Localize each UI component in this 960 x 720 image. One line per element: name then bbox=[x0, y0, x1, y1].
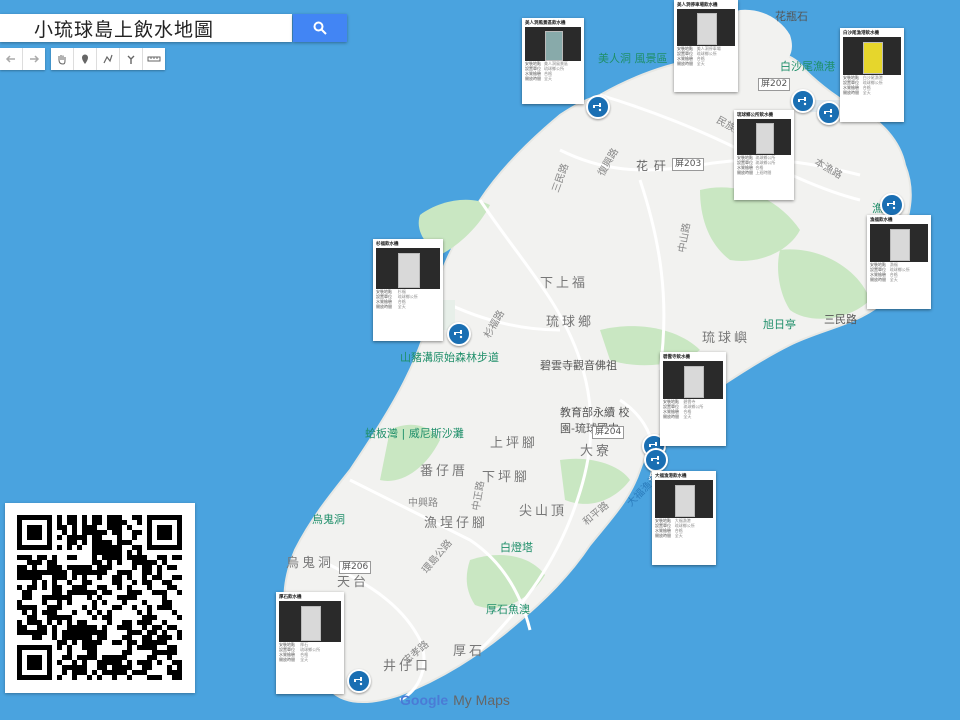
poi-label: 美人洞 風景區 bbox=[598, 52, 668, 65]
card-title: 白沙尾漁港飲水機 bbox=[843, 31, 879, 36]
place-label: 琉球嶼 bbox=[702, 331, 751, 346]
place-label: 上坪腳 bbox=[490, 436, 539, 451]
road-shield: 屏203 bbox=[672, 158, 705, 171]
place-label: 大寮 bbox=[580, 444, 613, 459]
station-photo bbox=[737, 119, 791, 155]
station-photo bbox=[843, 37, 901, 75]
station-photo bbox=[677, 9, 735, 46]
station-info-card[interactable]: 大福漁港飲水機 安裝地點 大福漁港 設置單位 琉球鄉公所 水質檢驗 合格 開放時間 全天 bbox=[652, 471, 716, 565]
draw-line-icon[interactable] bbox=[97, 48, 120, 70]
station-info-card[interactable]: 美人洞風景區飲水機 安裝地點 美人洞風景區 設置單位 琉球鄉公所 水質檢驗 合格 開放… bbox=[522, 18, 584, 104]
place-label: 番仔厝 bbox=[420, 464, 469, 479]
place-label: 花 矸 bbox=[636, 159, 667, 173]
station-photo bbox=[525, 27, 581, 62]
card-title: 杉福飲水機 bbox=[376, 242, 399, 247]
water-tap-marker[interactable] bbox=[817, 101, 841, 125]
card-title: 美人洞風景區飲水機 bbox=[525, 21, 566, 26]
card-title: 漁福飲水機 bbox=[870, 218, 893, 223]
poi-label: 白燈塔 bbox=[500, 541, 533, 554]
station-info-card[interactable]: 杉福飲水機 安裝地點 杉福 設置單位 琉球鄉公所 水質檢驗 合格 開放時間 全天 bbox=[373, 239, 443, 341]
place-label: 烏鬼洞 bbox=[286, 556, 335, 571]
road-shield: 屏206 bbox=[339, 561, 372, 574]
place-label: 漁埕仔腳 bbox=[424, 516, 489, 531]
poi-label: 蛤板灣 | 威尼斯沙灘 bbox=[365, 427, 464, 440]
place-label: 尖山頂 bbox=[519, 504, 568, 519]
directions-icon[interactable] bbox=[120, 48, 143, 70]
water-tap-marker[interactable] bbox=[447, 322, 471, 346]
poi-label: 山豬溝原始森林步道 bbox=[400, 351, 499, 364]
google-wordmark: Google bbox=[400, 692, 449, 708]
search-button[interactable] bbox=[293, 14, 347, 42]
card-title: 厚石飲水機 bbox=[279, 595, 302, 600]
station-info-card[interactable]: 美人洞停車場飲水機 安裝地點 美人洞停車場 設置單位 琉球鄉公所 水質檢驗 合格 開放… bbox=[674, 0, 738, 92]
card-title: 大福漁港飲水機 bbox=[655, 474, 687, 479]
station-info-card[interactable]: 漁福飲水機 安裝地點 漁福 設置單位 琉球鄉公所 水質檢驗 合格 開放時間 全天 bbox=[867, 215, 931, 309]
road-shield: 屏204 bbox=[592, 426, 625, 439]
google-my-maps-logo: Google My Maps bbox=[400, 692, 510, 709]
place-label: 厚石 bbox=[453, 644, 486, 659]
card-title: 碧雲寺飲水機 bbox=[663, 355, 690, 360]
undo-icon[interactable] bbox=[0, 48, 23, 70]
poi-label: 花瓶石 bbox=[775, 10, 808, 23]
road-shield: 屏202 bbox=[758, 78, 791, 91]
water-tap-marker[interactable] bbox=[880, 193, 904, 217]
road-label: 中興路 bbox=[408, 498, 438, 509]
qr-code bbox=[5, 503, 195, 693]
station-photo bbox=[376, 248, 440, 289]
station-info-card[interactable]: 白沙尾漁港飲水機 安裝地點 白沙尾漁港 設置單位 琉球鄉公所 水質檢驗 合格 開放時間… bbox=[840, 28, 904, 122]
station-photo bbox=[870, 224, 928, 262]
poi-label: 旭日亭 bbox=[763, 318, 796, 331]
poi-label: 白沙尾漁港 bbox=[780, 60, 835, 73]
map-title-box[interactable]: 小琉球島上飲水地圖 bbox=[0, 14, 292, 42]
place-label: 下上福 bbox=[540, 276, 589, 291]
ruler-icon[interactable] bbox=[143, 48, 165, 70]
poi-label: 碧雲寺觀音佛祖 bbox=[540, 359, 617, 372]
water-tap-marker[interactable] bbox=[347, 669, 371, 693]
station-photo bbox=[655, 480, 713, 518]
card-title: 琉球鄉公所飲水機 bbox=[737, 113, 773, 118]
search-icon bbox=[313, 21, 327, 35]
my-maps-wordmark: My Maps bbox=[453, 692, 510, 708]
poi-label: 烏鬼洞 bbox=[312, 513, 345, 526]
place-label: 琉球鄉 bbox=[546, 315, 595, 330]
card-title: 美人洞停車場飲水機 bbox=[677, 3, 718, 8]
redo-icon[interactable] bbox=[23, 48, 45, 70]
marker-icon[interactable] bbox=[74, 48, 97, 70]
water-tap-marker[interactable] bbox=[644, 448, 668, 472]
water-tap-marker[interactable] bbox=[586, 95, 610, 119]
map-toolbar bbox=[0, 48, 171, 70]
station-info-card[interactable]: 琉球鄉公所飲水機 安裝地點 琉球鄉公所 設置單位 琉球鄉公所 水質檢驗 合格 開放時間… bbox=[734, 110, 794, 200]
poi-label: 厚石魚澳 bbox=[486, 603, 530, 616]
water-tap-marker[interactable] bbox=[791, 89, 815, 113]
place-label: 下坪腳 bbox=[482, 470, 531, 485]
station-photo bbox=[279, 601, 341, 642]
hand-icon[interactable] bbox=[51, 48, 74, 70]
station-info-card[interactable]: 碧雲寺飲水機 安裝地點 碧雲寺 設置單位 琉球鄉公所 水質檢驗 合格 開放時間 全天 bbox=[660, 352, 726, 446]
map-title: 小琉球島上飲水地圖 bbox=[34, 18, 215, 41]
station-photo bbox=[663, 361, 723, 399]
station-info-card[interactable]: 厚石飲水機 安裝地點 厚石 設置單位 琉球鄉公所 水質檢驗 合格 開放時間 全天 bbox=[276, 592, 344, 694]
poi-label: 三民路 bbox=[824, 313, 857, 326]
